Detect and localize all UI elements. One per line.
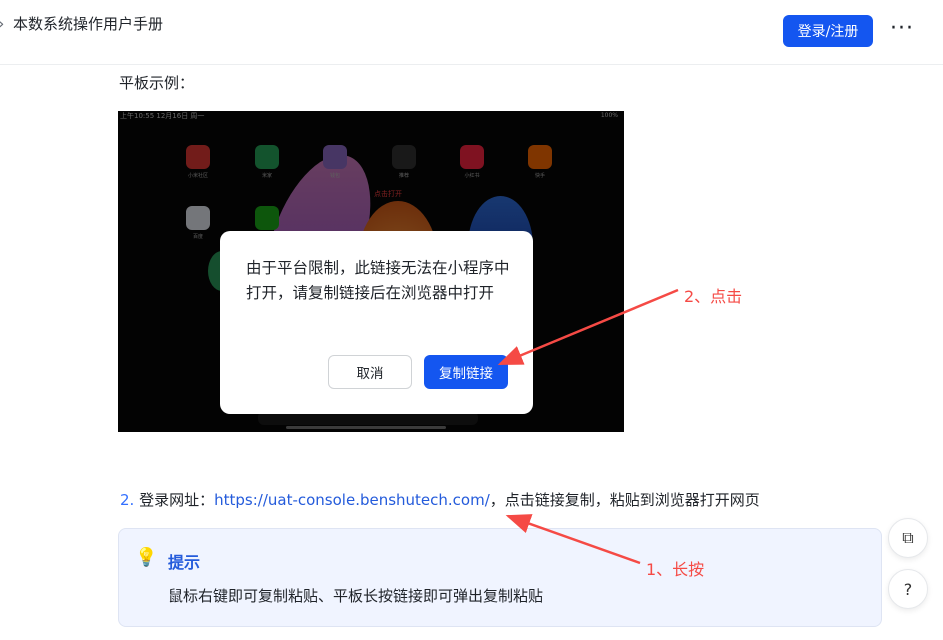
annotation-arrows: [497, 288, 679, 565]
document-title: 本数系统操作用户手册: [13, 15, 164, 33]
arrow-to-link: [505, 514, 641, 565]
document-content: 平板示例： 上午10:55 12月16日 周一 100% 小米社区 米家 钱包 …: [0, 64, 943, 640]
more-icon[interactable]: ···: [890, 16, 914, 42]
help-icon[interactable]: ?: [888, 569, 928, 609]
login-register-button[interactable]: 登录/注册: [783, 15, 873, 47]
arrow-to-copy-button: [497, 288, 679, 366]
chevron-right-icon[interactable]: ›: [0, 14, 4, 33]
top-bar: › 本数系统操作用户手册 登录/注册 ···: [0, 0, 943, 65]
copy-page-icon[interactable]: ⧉: [888, 518, 928, 558]
